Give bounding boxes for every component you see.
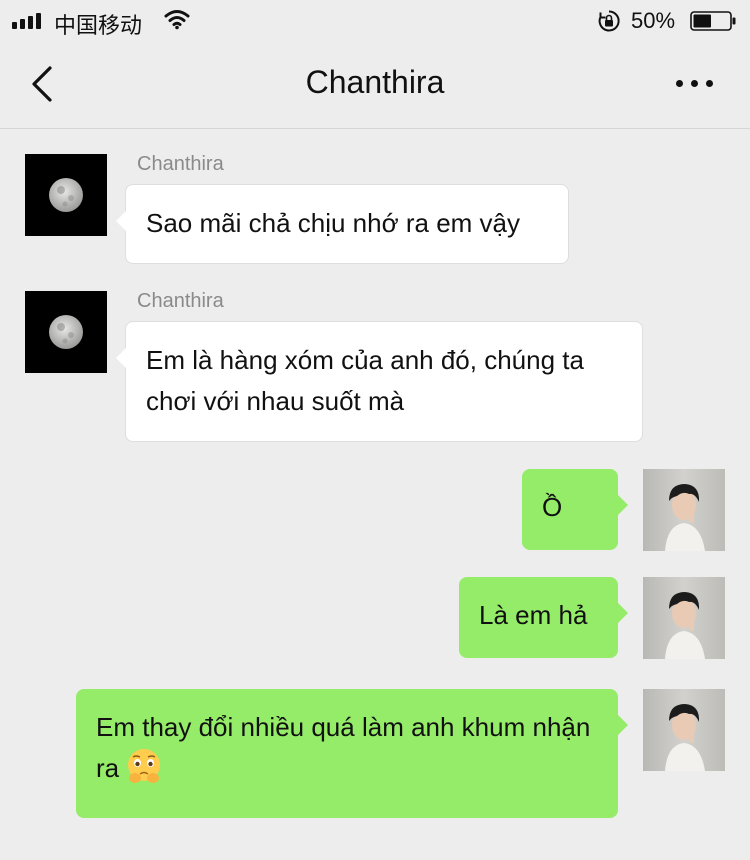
outgoing-message-bubble[interactable]: Em thay đổi nhiều quá làm anh khum nhận … [76,689,628,818]
contact-avatar[interactable] [25,291,107,373]
battery-percent: 50% [631,8,676,33]
contact-avatar[interactable] [25,154,107,236]
user-avatar[interactable] [643,469,725,551]
message-text: Ồ [542,492,563,522]
outgoing-message-bubble[interactable]: Ồ [522,469,628,550]
chat-header: Chanthira [0,40,750,129]
user-photo [665,704,705,771]
message-text-content: Em thay đổi nhiều quá làm anh khum nhận … [96,712,591,783]
moon-icon [49,315,83,349]
carrier-name: 中国移动 [54,13,143,38]
user-avatar[interactable] [643,577,725,659]
more-options-button[interactable] [670,68,720,98]
battery-icon [690,11,736,31]
status-bar: 中国移动 50% [0,0,750,40]
chat-title: Chanthira [305,64,445,100]
message-text: Em là hàng xóm của anh đó, chúng ta chơi… [146,345,584,416]
wifi-icon [164,10,190,30]
user-avatar[interactable] [643,689,725,771]
user-photo [665,592,705,659]
signal-bars-icon [12,13,46,29]
message-list[interactable]: Chanthira Sao mãi chả chịu nhớ ra em vậy… [0,130,750,860]
sender-name: Chanthira [137,153,224,175]
pleading-face-hands-emoji [128,749,161,784]
user-photo [665,484,705,551]
rotation-lock-icon [598,10,620,32]
sender-name: Chanthira [137,290,224,312]
outgoing-message-bubble[interactable]: Là em hả [459,577,628,658]
message-text: Sao mãi chả chịu nhớ ra em vậy [146,208,521,238]
moon-icon [49,178,83,212]
message-text: Em thay đổi nhiều quá làm anh khum nhận … [96,707,598,791]
incoming-message-bubble[interactable]: Em là hàng xóm của anh đó, chúng ta chơi… [116,321,643,442]
message-text: Là em hả [479,600,588,630]
incoming-message-bubble[interactable]: Sao mãi chả chịu nhớ ra em vậy [116,184,569,264]
